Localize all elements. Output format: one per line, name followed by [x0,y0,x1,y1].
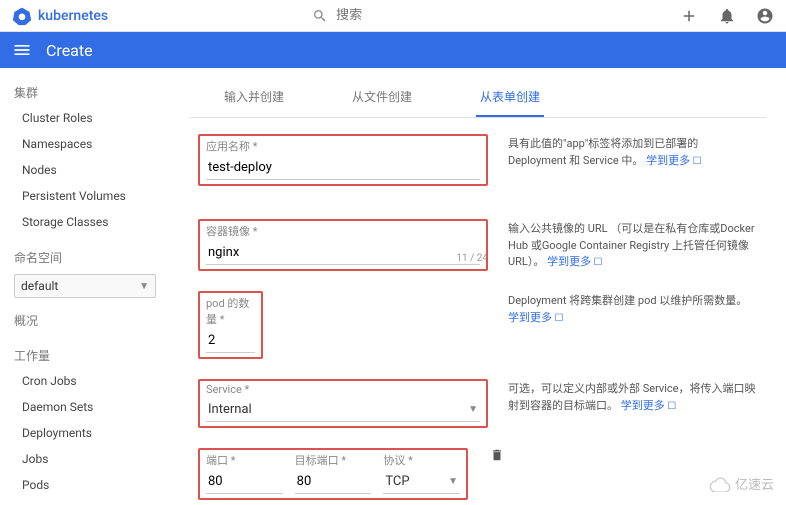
sidebar-item-pods[interactable]: Pods [0,472,170,498]
sidebar-item-deployments[interactable]: Deployments [0,420,170,446]
service-label: Service * [206,383,480,396]
sidebar-heading-overview[interactable]: 概况 [0,308,170,333]
namespace-selected: default [21,279,58,293]
pods-help: Deployment 将跨集群创建 pod 以维护所需数量。 [508,294,747,307]
delete-icon[interactable] [488,448,506,466]
app-name-field: 应用名称 * [198,134,488,186]
target-port-label: 目标端口 * [295,452,372,468]
menu-icon[interactable] [12,40,32,60]
port-row-1: 端口 * 目标端口 * 协议 * TCP ▼ [198,448,468,500]
port-input[interactable] [206,470,283,494]
app-name-input[interactable] [206,156,480,180]
cloud-icon [707,476,731,492]
tab-input-create[interactable]: 输入并创建 [220,80,288,117]
chevron-down-icon: ▼ [448,476,458,487]
sidebar-item-cron-jobs[interactable]: Cron Jobs [0,368,170,394]
search-icon [312,8,328,24]
pods-field: pod 的数量 * [198,291,263,359]
sidebar-item-persistent-volumes[interactable]: Persistent Volumes [0,183,170,209]
image-learn-more[interactable]: 学到更多 [547,255,602,268]
sidebar-item-jobs[interactable]: Jobs [0,446,170,472]
search-input[interactable] [336,8,536,23]
tab-file-create[interactable]: 从文件创建 [348,80,416,117]
user-icon[interactable] [756,7,774,25]
pods-learn-more[interactable]: 学到更多 [508,311,563,324]
logo: kubernetes [12,6,108,26]
kubernetes-logo-icon [12,6,32,26]
service-select[interactable]: Internal ▼ [206,398,480,422]
namespace-selector[interactable]: default ▼ [14,274,156,298]
service-field: Service * Internal ▼ [198,379,488,428]
service-learn-more[interactable]: 学到更多 [621,399,676,412]
page-title: Create [46,41,93,60]
proto-label: 协议 * [383,452,460,468]
sidebar-item-replica-sets[interactable]: Replica Sets [0,498,170,505]
tabs: 输入并创建 从文件创建 从表单创建 [190,68,766,118]
target-port-input[interactable] [295,470,372,494]
pods-label: pod 的数量 * [206,295,255,327]
pods-input[interactable] [206,329,255,353]
bell-icon[interactable] [718,7,736,25]
port-label: 端口 * [206,452,283,468]
search-box[interactable] [312,8,536,24]
proto-select[interactable]: TCP ▼ [383,470,460,494]
tab-form-create[interactable]: 从表单创建 [476,80,544,117]
image-help: 输入公共镜像的 URL （可以是在私有仓库或Docker Hub 或Google… [508,222,755,268]
sidebar-item-nodes[interactable]: Nodes [0,157,170,183]
brand-text: kubernetes [38,8,108,24]
proto-value: TCP [385,474,409,489]
image-label: 容器镜像 * [206,223,480,239]
chevron-down-icon: ▼ [139,281,149,292]
service-value: Internal [208,402,252,417]
add-icon[interactable] [680,7,698,25]
app-name-label: 应用名称 * [206,138,480,154]
image-field: 容器镜像 * [198,219,488,271]
sidebar-item-daemon-sets[interactable]: Daemon Sets [0,394,170,420]
watermark: 亿速云 [707,474,774,493]
app-name-learn-more[interactable]: 学到更多 [646,154,701,167]
chevron-down-icon: ▼ [468,404,478,415]
sidebar: 集群 Cluster Roles Namespaces Nodes Persis… [0,68,170,505]
sidebar-heading-workload: 工作量 [0,343,170,368]
sidebar-item-namespaces[interactable]: Namespaces [0,131,170,157]
sidebar-item-storage-classes[interactable]: Storage Classes [0,209,170,235]
sidebar-heading-cluster: 集群 [0,80,170,105]
sidebar-heading-namespace: 命名空间 [0,245,170,270]
image-input[interactable] [206,241,480,265]
sidebar-item-cluster-roles[interactable]: Cluster Roles [0,105,170,131]
